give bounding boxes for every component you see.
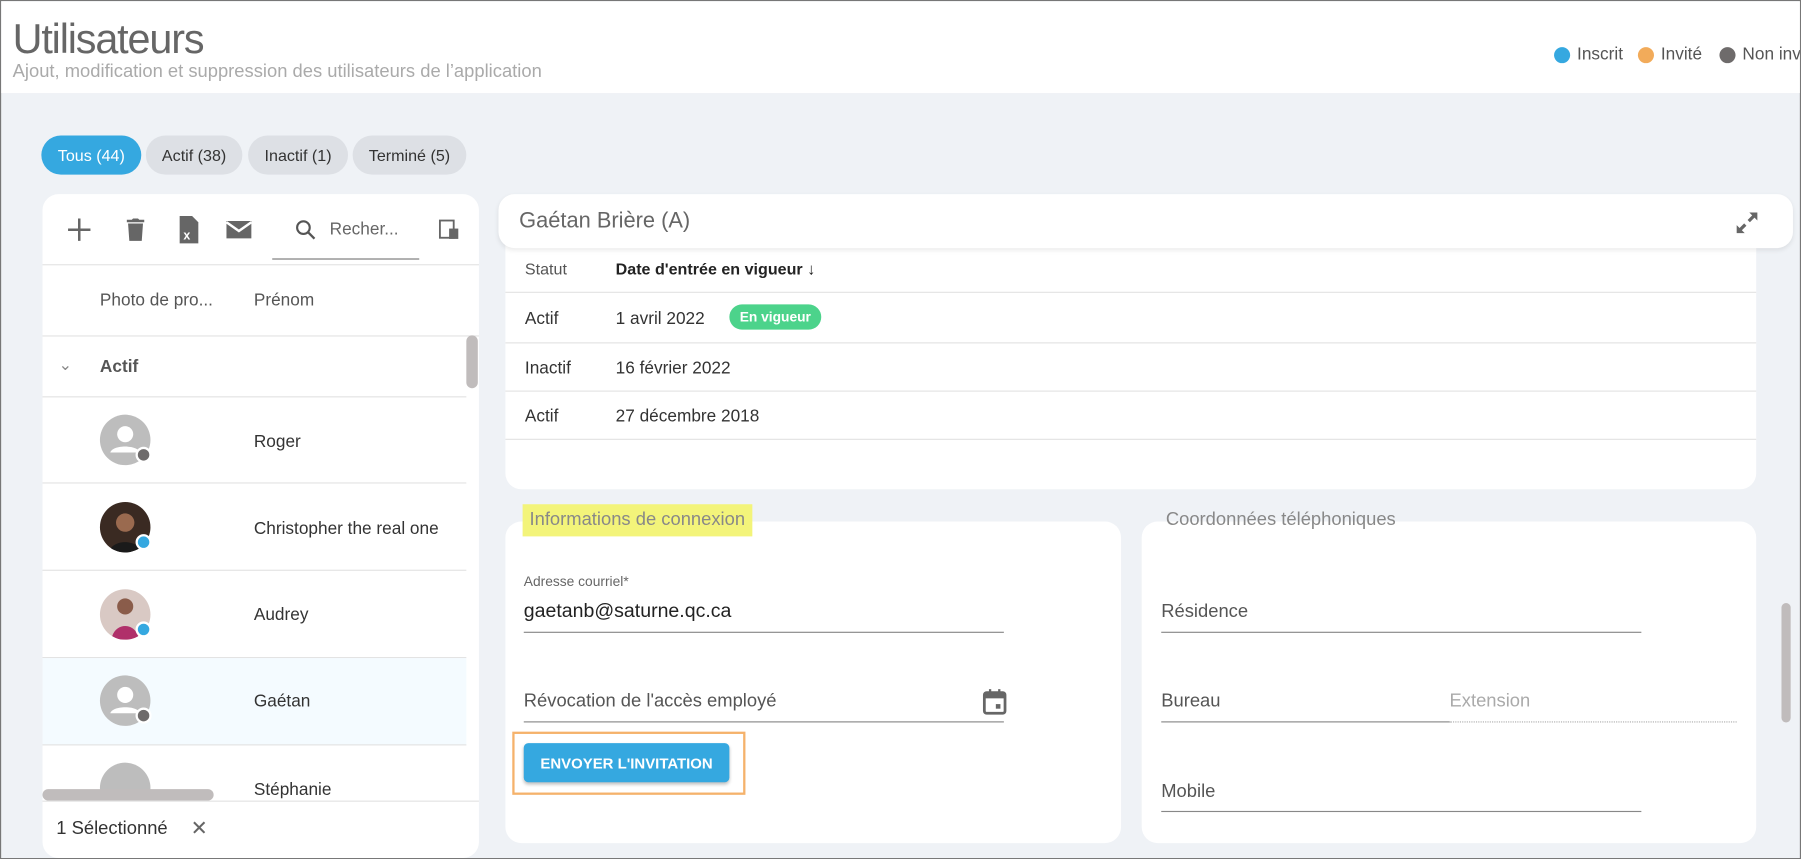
detail-title: Gaétan Brière (A) <box>519 209 691 234</box>
group-header[interactable]: Actif <box>100 357 138 377</box>
list-item[interactable]: Roger <box>42 397 466 484</box>
tab-actif[interactable]: Actif (38) <box>145 135 243 175</box>
revocation-date-field[interactable]: Révocation de l'accès employé <box>524 691 777 712</box>
connexion-section-title: Informations de connexion <box>522 504 752 537</box>
list-item[interactable]: Audrey <box>42 571 466 658</box>
column-chooser-icon[interactable] <box>438 217 461 242</box>
history-date: 27 décembre 2018 <box>615 406 760 427</box>
status-badge <box>135 707 152 724</box>
email-field[interactable]: gaetanb@saturne.qc.ca <box>524 600 732 623</box>
tab-tous[interactable]: Tous (44) <box>41 135 142 175</box>
legend-invite: Invité <box>1637 45 1702 64</box>
history-status: Actif <box>524 406 559 427</box>
status-badge: En vigueur <box>729 304 822 330</box>
send-invitation-button[interactable]: ENVOYER L'INVITATION <box>523 743 730 783</box>
legend-non-invite: Non invité <box>1719 45 1800 64</box>
legend-inscrit: Inscrit <box>1554 45 1623 64</box>
column-header-date[interactable]: Date d'entrée en vigueur ↓ <box>616 260 816 278</box>
column-header-photo[interactable]: Photo de pro... <box>100 291 213 311</box>
mobile-field[interactable]: Mobile <box>1161 782 1215 803</box>
plus-icon[interactable] <box>64 215 94 245</box>
calendar-icon[interactable] <box>982 688 1007 716</box>
mail-icon[interactable] <box>224 215 254 245</box>
svg-text:x: x <box>183 229 190 243</box>
list-item-selected[interactable]: Gaétan <box>42 658 467 746</box>
history-date: 1 avril 2022 <box>615 308 705 329</box>
phones-card <box>1141 521 1757 844</box>
page-subtitle: Ajout, modification et suppression des u… <box>12 62 542 82</box>
vertical-scrollbar[interactable] <box>466 335 478 389</box>
excel-icon[interactable]: x <box>173 215 203 245</box>
page-title: Utilisateurs <box>12 14 205 63</box>
search-icon <box>296 220 316 240</box>
email-label: Adresse courriel* <box>523 573 629 590</box>
column-header-statut[interactable]: Statut <box>525 260 567 278</box>
history-status: Inactif <box>524 358 571 378</box>
list-item[interactable]: Christopher the real one <box>42 484 466 571</box>
column-header-prenom[interactable]: Prénom <box>254 291 314 311</box>
status-badge <box>135 534 152 551</box>
trash-icon[interactable] <box>121 215 151 245</box>
page-scrollbar[interactable] <box>1781 603 1791 723</box>
phones-section-title: Coordonnées téléphoniques <box>1165 509 1396 530</box>
selection-count: 1 Sélectionné <box>56 818 168 839</box>
extension-field[interactable]: Extension <box>1450 691 1531 712</box>
detail-header <box>498 194 1793 249</box>
search-input[interactable]: Recher... <box>272 208 420 260</box>
history-date: 16 février 2022 <box>615 358 731 378</box>
chevron-down-icon[interactable]: ⌄ <box>59 355 72 375</box>
bureau-field[interactable]: Bureau <box>1161 691 1220 712</box>
users-page: Utilisateurs Ajout, modification et supp… <box>0 0 1801 859</box>
history-status: Actif <box>524 308 559 329</box>
tab-termine[interactable]: Terminé (5) <box>352 135 467 175</box>
status-badge <box>135 621 152 638</box>
tab-inactif[interactable]: Inactif (1) <box>248 135 349 175</box>
residence-field[interactable]: Résidence <box>1161 602 1248 623</box>
expand-icon[interactable] <box>1733 209 1761 237</box>
clear-selection-icon[interactable]: ✕ <box>191 817 208 841</box>
horizontal-scrollbar[interactable] <box>42 789 214 801</box>
status-badge <box>135 446 152 463</box>
